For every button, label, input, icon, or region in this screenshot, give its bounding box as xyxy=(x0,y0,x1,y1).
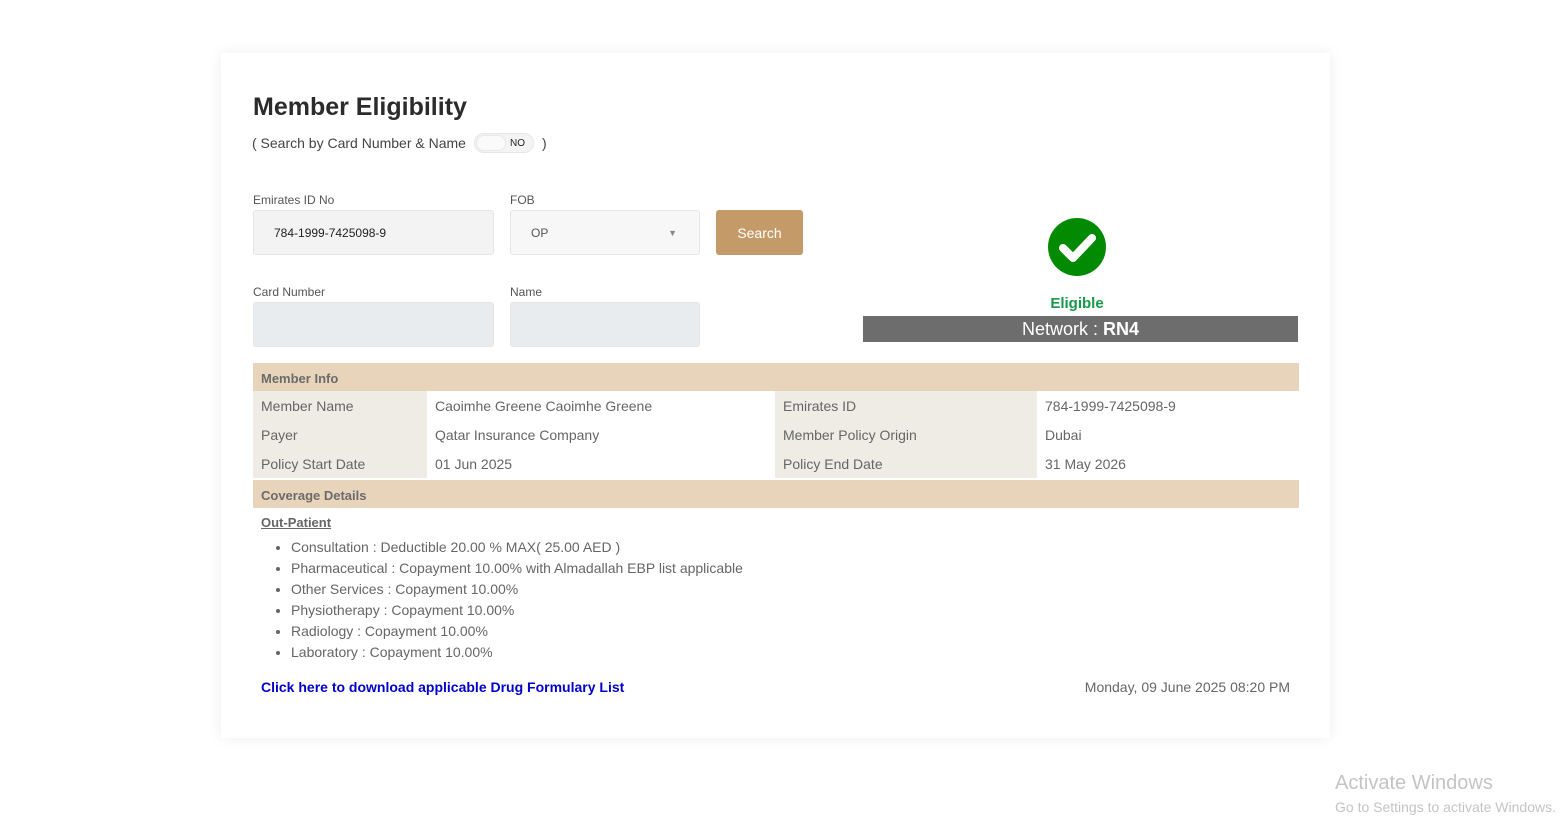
field-value: 784-1999-7425098-9 xyxy=(1045,397,1176,414)
search-mode-label: ( Search by Card Number & Name xyxy=(252,135,466,151)
search-mode-toggle[interactable]: NO xyxy=(473,133,534,153)
card-number-label: Card Number xyxy=(253,285,326,299)
coverage-list: Consultation : Deductible 20.00 % MAX( 2… xyxy=(291,537,743,663)
field-label: Member Policy Origin xyxy=(775,420,1037,449)
check-circle-icon xyxy=(1048,218,1106,276)
fob-select[interactable]: OP ▼ xyxy=(510,210,700,255)
name-label: Name xyxy=(510,285,543,299)
emirates-id-input[interactable]: 784-1999-7425098-9 xyxy=(253,210,494,255)
chevron-down-icon: ▼ xyxy=(668,227,677,238)
table-row: Member Name Caoimhe Greene Caoimhe Greene… xyxy=(253,391,1299,420)
field-label: Member Name xyxy=(253,391,427,420)
coverage-header: Coverage Details xyxy=(253,480,1299,508)
name-input[interactable] xyxy=(510,302,700,347)
search-button[interactable]: Search xyxy=(716,210,803,255)
network-prefix: Network : xyxy=(1021,319,1103,339)
field-label: Emirates ID xyxy=(775,391,1037,420)
card-number-input[interactable] xyxy=(253,302,494,347)
table-row: Payer Qatar Insurance Company Member Polic… xyxy=(253,420,1299,449)
activate-windows-subtitle: Go to Settings to activate Windows. xyxy=(1335,799,1556,815)
emirates-id-label: Emirates ID No xyxy=(253,193,335,207)
search-mode-suffix: ) xyxy=(541,135,547,151)
member-info-header: Member Info xyxy=(253,363,1299,391)
list-item: Radiology : Copayment 10.00% xyxy=(291,621,743,642)
toggle-state: NO xyxy=(509,138,525,149)
list-item: Physiotherapy : Copayment 10.00% xyxy=(291,600,743,621)
drug-formulary-link[interactable]: Click here to download applicable Drug F… xyxy=(261,679,624,695)
field-label: Policy End Date xyxy=(775,449,1037,478)
network-bar: Network : RN4 xyxy=(863,316,1298,342)
list-item: Other Services : Copayment 10.00% xyxy=(291,579,743,600)
field-value: 01 Jun 2025 xyxy=(435,455,513,472)
timestamp: Monday, 09 June 2025 08:20 PM xyxy=(1084,679,1290,695)
list-item: Pharmaceutical : Copayment 10.00% with A… xyxy=(291,558,743,579)
list-item: Consultation : Deductible 20.00 % MAX( 2… xyxy=(291,537,743,558)
field-value: Caoimhe Greene Caoimhe Greene xyxy=(435,397,653,414)
toggle-knob xyxy=(475,135,506,151)
table-row: Policy Start Date 01 Jun 2025 Policy End D… xyxy=(253,449,1299,478)
field-value: 31 May 2026 xyxy=(1045,455,1126,472)
list-item: Laboratory : Copayment 10.00% xyxy=(291,642,743,663)
fob-value: OP xyxy=(531,225,549,240)
member-info-table: Member Name Caoimhe Greene Caoimhe Greene… xyxy=(253,391,1299,478)
field-value: Dubai xyxy=(1045,426,1082,443)
eligibility-card: Member Eligibility ( Search by Card Numb… xyxy=(221,53,1330,738)
fob-label: FOB xyxy=(510,193,535,207)
eligibility-status: Eligible xyxy=(1050,295,1104,312)
field-label: Policy Start Date xyxy=(253,449,427,478)
page-title: Member Eligibility xyxy=(253,93,467,121)
out-patient-heading: Out-Patient xyxy=(261,515,332,530)
field-label: Payer xyxy=(253,420,427,449)
field-value: Qatar Insurance Company xyxy=(435,426,600,443)
activate-windows-title: Activate Windows xyxy=(1335,772,1493,794)
activate-windows-watermark: Activate Windows Go to Settings to activ… xyxy=(1335,772,1556,815)
search-mode-row: ( Search by Card Number & Name NO ) xyxy=(252,133,547,153)
network-value: RN4 xyxy=(1103,319,1140,339)
